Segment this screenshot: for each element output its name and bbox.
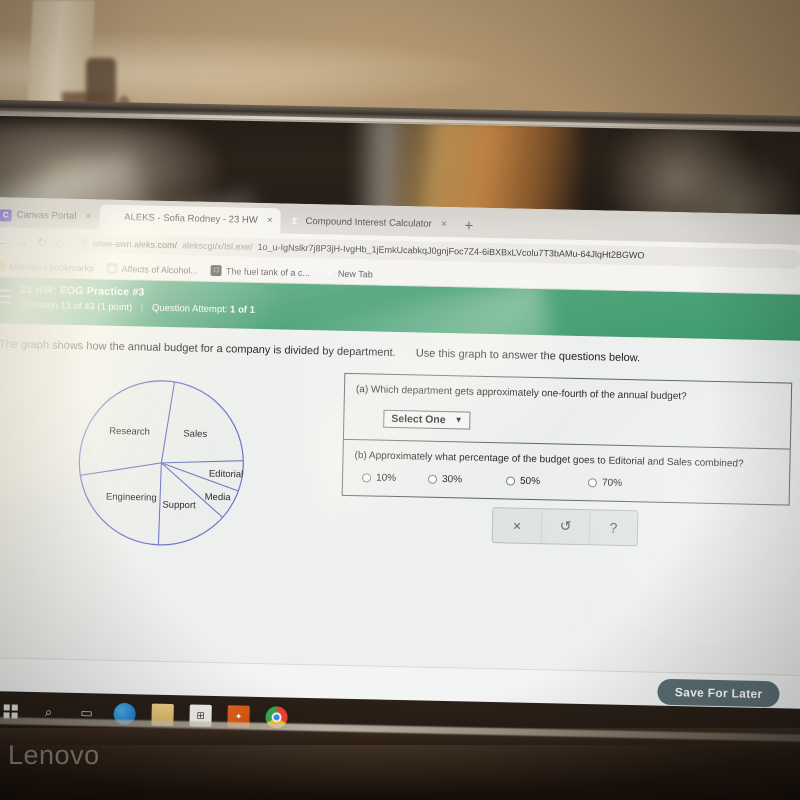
bookmark-label: The fuel tank of a c...: [225, 265, 311, 278]
url-domain: www-awn.aleks.com/: [92, 238, 178, 251]
part-b-options: 10% 30% 50% 70%: [354, 472, 778, 492]
pie-slice-label: Support: [162, 499, 196, 511]
question-progress: Question 13 of 43 (1 point): [19, 299, 133, 314]
close-icon[interactable]: ×: [441, 219, 447, 230]
prompt-sentence-1: The graph shows how the annual budget fo…: [0, 338, 396, 359]
browser-tab-calculator[interactable]: Σ Compound Interest Calculator ×: [280, 208, 455, 238]
sigma-icon: Σ: [292, 216, 298, 226]
bookmark-new-tab[interactable]: ☀ New Tab: [323, 267, 373, 279]
radio-option-50[interactable]: 50%: [505, 475, 588, 488]
answer-column: (a) Which department gets approximately …: [340, 372, 793, 569]
tool-row: × ↺ ?: [341, 504, 790, 550]
close-icon[interactable]: ×: [267, 215, 273, 226]
radio-option-30[interactable]: 30%: [427, 473, 506, 487]
pie-slice-label: Sales: [183, 428, 207, 440]
select-one-dropdown[interactable]: Select One ▼: [383, 409, 471, 430]
close-icon[interactable]: ×: [85, 211, 91, 222]
aleks-icon: A: [110, 212, 117, 222]
url-path: alekscgi/x/Isl.exe/: [181, 240, 253, 252]
menu-icon[interactable]: [0, 289, 12, 307]
back-icon[interactable]: ←: [0, 234, 7, 248]
pie-slice-label: Engineering: [106, 491, 157, 503]
photo-of-laptop-screen: C Canvas Portal × A ALEKS - Sofia Rodney…: [0, 0, 800, 800]
globe-icon: ☀: [325, 269, 332, 278]
clear-button[interactable]: ×: [493, 508, 542, 543]
radio-label: 10%: [375, 472, 397, 484]
reload-icon[interactable]: ↻: [37, 235, 47, 249]
bookmark-label: Affects of Alcohol...: [121, 263, 199, 276]
answer-panel: (a) Which department gets approximately …: [341, 372, 793, 506]
prompt-sentence-2: Use this graph to answer the questions b…: [415, 347, 641, 365]
browser-tab-label: Canvas Portal: [16, 209, 77, 222]
bookmark-fuel-tank[interactable]: □ The fuel tank of a c...: [210, 264, 311, 278]
part-b-text: (b) Approximately what percentage of the…: [354, 450, 744, 470]
radio-icon[interactable]: [505, 476, 516, 486]
save-for-later-button[interactable]: Save For Later: [657, 678, 780, 708]
browser-tab-label: Compound Interest Calculator: [305, 215, 432, 230]
bookmark-label: New Tab: [337, 268, 373, 279]
radio-icon[interactable]: [361, 473, 372, 483]
doc-icon: ▣: [106, 262, 118, 274]
pie-slice-label: Research: [109, 426, 150, 438]
browser-tab-label: ALEKS - Sofia Rodney - 23 HW: [124, 212, 258, 226]
part-b-block: (b) Approximately what percentage of the…: [342, 438, 790, 505]
canvas-icon: C: [0, 208, 12, 222]
help-button[interactable]: ?: [588, 510, 638, 546]
separator: |: [140, 302, 144, 314]
radio-label: 70%: [601, 477, 623, 489]
browser-tab-canvas[interactable]: C Canvas Portal ×: [0, 202, 100, 230]
part-a-block: (a) Which department gets approximately …: [344, 374, 791, 449]
laptop-screen: C Canvas Portal × A ALEKS - Sofia Rodney…: [0, 196, 800, 735]
radio-option-70[interactable]: 70%: [587, 477, 623, 489]
doc-dark-icon: □: [210, 264, 223, 277]
budget-pie-chart: Sales Editorial Media Support Engineering Res…: [78, 380, 244, 546]
pie-slice-label: Editorial: [209, 468, 244, 480]
lock-icon: ⚿: [81, 238, 88, 248]
bookmark-managed[interactable]: Managed bookmarks: [0, 260, 94, 273]
question-prompt: The graph shows how the annual budget fo…: [0, 337, 793, 370]
attempt-label: Question Attempt:: [151, 302, 228, 316]
browser-tab-aleks[interactable]: A ALEKS - Sofia Rodney - 23 HW ×: [98, 204, 281, 234]
bookmark-label: Managed bookmarks: [9, 261, 94, 273]
question-page: The graph shows how the annual budget fo…: [0, 322, 800, 735]
radio-label: 30%: [441, 473, 463, 486]
home-icon[interactable]: ⌂: [56, 236, 64, 250]
pie-chart-column: Sales Editorial Media Support Engineering Res…: [0, 365, 328, 558]
attempt-value: 1 of 1: [229, 304, 256, 316]
undo-button[interactable]: ↺: [540, 509, 590, 545]
select-one-value: Select One: [391, 412, 446, 427]
folder-icon: [0, 260, 6, 272]
answer-toolbar: × ↺ ?: [491, 507, 639, 547]
pie-slice-label: Media: [205, 492, 232, 504]
radio-option-10[interactable]: 10%: [354, 472, 428, 485]
radio-icon[interactable]: [587, 478, 598, 488]
bookmark-alcohol[interactable]: ▣ Affects of Alcohol...: [106, 262, 199, 276]
deck-shadow: [0, 745, 800, 800]
radio-icon[interactable]: [427, 474, 438, 484]
radio-label: 50%: [519, 475, 541, 488]
forward-icon[interactable]: →: [16, 235, 28, 249]
chevron-down-icon: ▼: [454, 415, 463, 425]
part-a-text: (a) Which department gets approximately …: [355, 384, 687, 403]
url-token: 1o_u-IgNslkr7j8P3jH-IvgHb_1jEmkUcabkqJ0g…: [257, 241, 645, 261]
new-tab-button[interactable]: +: [454, 217, 483, 238]
